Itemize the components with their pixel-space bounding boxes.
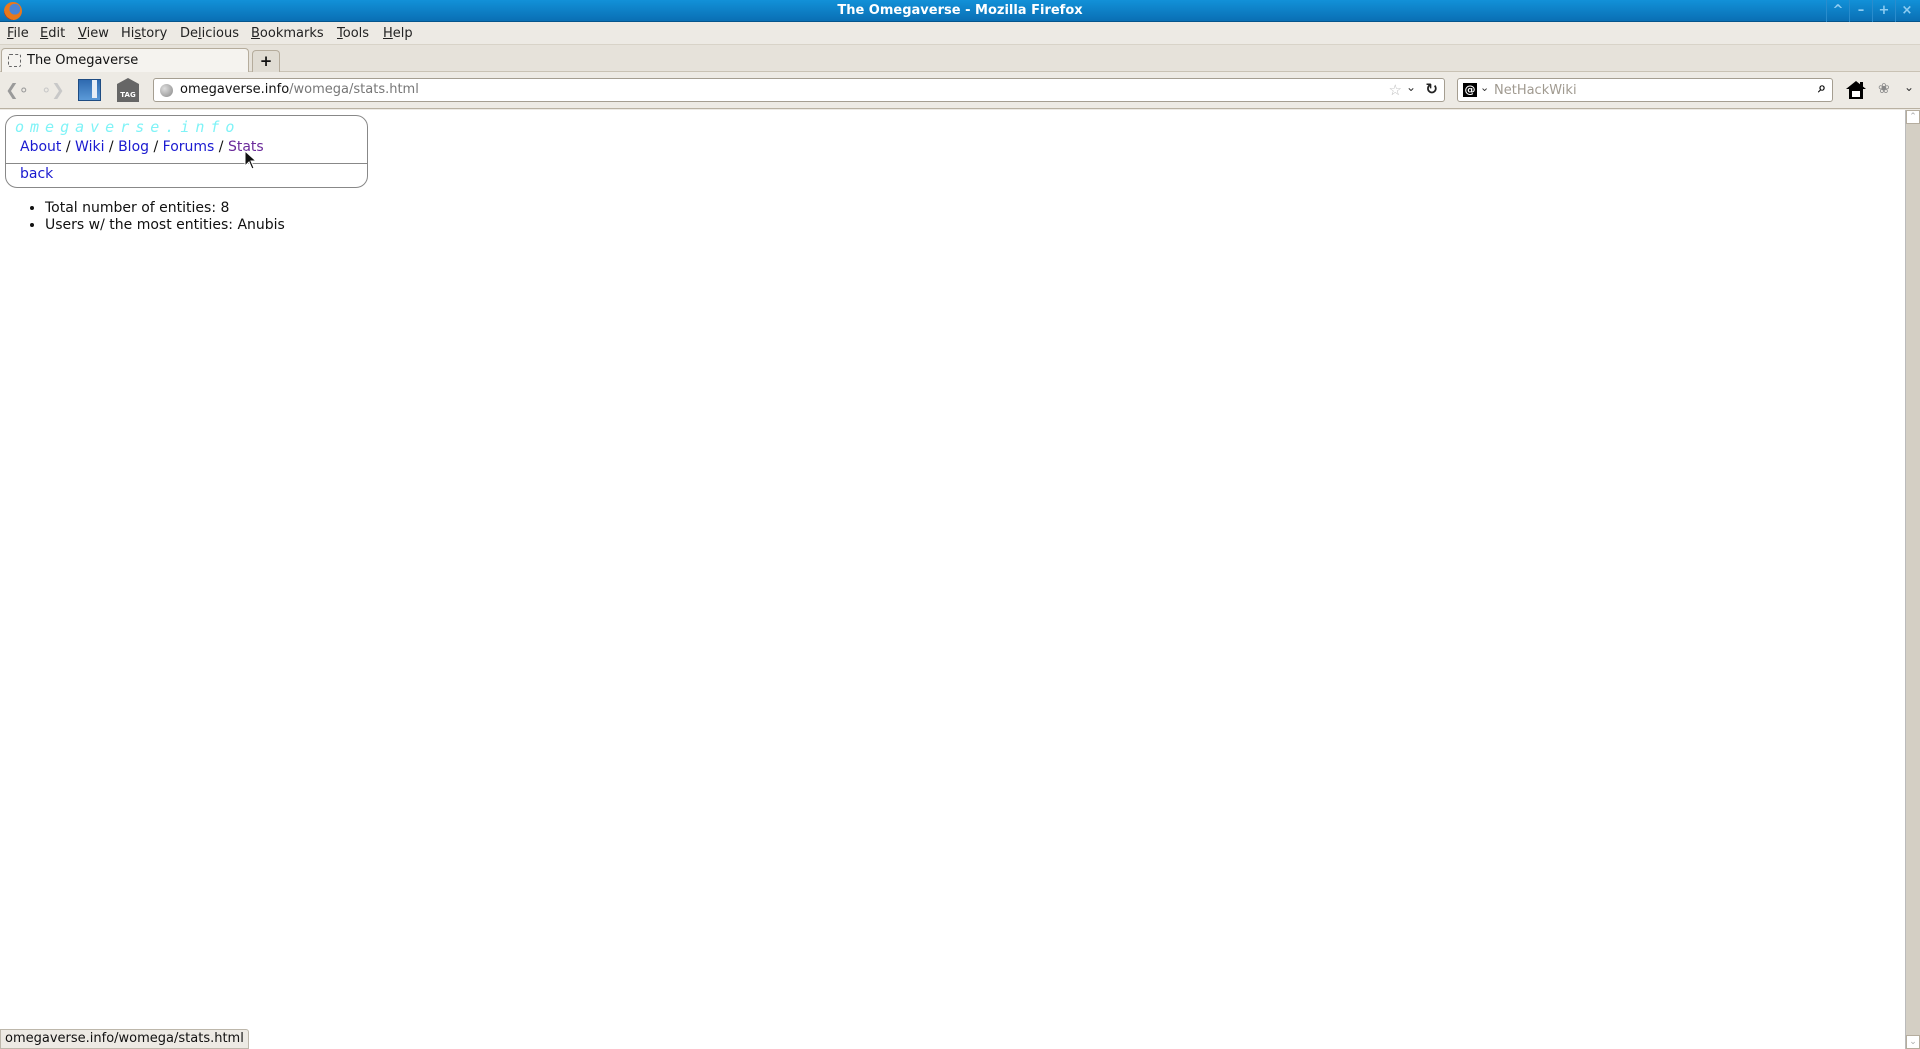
stat-top-user: Users w/ the most entities: Anubis xyxy=(45,217,285,234)
forward-arrow-icon: ∘❯ xyxy=(41,80,65,99)
search-magnifier-icon[interactable]: ⌕ xyxy=(1818,80,1826,96)
forward-button[interactable]: ∘❯ xyxy=(40,78,66,102)
nav-separator: / xyxy=(214,139,228,155)
navigation-toolbar: ❮∘ ∘❯ TAG omegaverse.info/womega/stats.h… xyxy=(0,72,1920,109)
search-engine-icon[interactable]: @ xyxy=(1463,83,1477,97)
menu-file[interactable]: File xyxy=(7,26,29,41)
stat-total-entities: Total number of entities: 8 xyxy=(45,200,285,217)
menu-history[interactable]: History xyxy=(121,26,167,41)
url-path: /womega/stats.html xyxy=(289,82,419,97)
back-button[interactable]: ❮∘ xyxy=(4,78,30,102)
search-bar: @ ⌄ ⌕ xyxy=(1457,78,1833,102)
nav-link-forums[interactable]: Forums xyxy=(163,139,215,155)
site-identity-globe-icon[interactable] xyxy=(160,84,173,97)
greasemonkey-icon[interactable]: ❀ xyxy=(1878,81,1890,97)
stats-list: Total number of entities: 8 Users w/ the… xyxy=(45,200,285,234)
menu-view[interactable]: View xyxy=(78,26,109,41)
reload-icon[interactable]: ↻ xyxy=(1425,80,1438,98)
nav-link-wiki[interactable]: Wiki xyxy=(75,139,104,155)
new-tab-button[interactable]: + xyxy=(252,50,280,72)
url-history-dropdown-icon[interactable]: ⌄ xyxy=(1406,80,1416,94)
url-domain: omegaverse.info xyxy=(180,82,290,97)
nav-separator: / xyxy=(61,139,76,155)
status-bar-link-preview: omegaverse.info/womega/stats.html xyxy=(0,1029,249,1049)
tab-label: The Omegaverse xyxy=(27,53,139,68)
menu-bar: File Edit View History Delicious Bookmar… xyxy=(0,22,1920,45)
mouse-cursor-icon xyxy=(244,150,258,170)
delicious-tag-icon[interactable]: TAG xyxy=(117,78,139,102)
greasemonkey-dropdown-icon[interactable]: ⌄ xyxy=(1904,80,1914,94)
window-title: The Omegaverse - Mozilla Firefox xyxy=(837,3,1083,18)
url-text[interactable]: omegaverse.info/womega/stats.html xyxy=(180,82,419,97)
nav-link-about[interactable]: About xyxy=(20,139,61,155)
back-link[interactable]: back xyxy=(20,166,53,182)
home-icon[interactable] xyxy=(1845,80,1867,100)
nav-separator: / xyxy=(104,139,119,155)
site-nav: About / Wiki / Blog / Forums / Stats xyxy=(20,139,264,155)
menu-edit[interactable]: Edit xyxy=(40,26,65,41)
window-close-button[interactable]: × xyxy=(1895,0,1918,22)
scroll-down-arrow-icon[interactable]: ⌄ xyxy=(1906,1035,1920,1049)
window-minimize-button[interactable]: – xyxy=(1849,0,1872,22)
menu-bookmarks[interactable]: Bookmarks xyxy=(251,26,324,41)
window-titlebar: The Omegaverse - Mozilla Firefox ^ – + × xyxy=(0,0,1920,22)
menu-tools[interactable]: Tools xyxy=(337,26,369,41)
back-arrow-icon: ❮∘ xyxy=(5,80,29,99)
header-divider xyxy=(6,163,367,164)
page-content: omegaverse.info About / Wiki / Blog / Fo… xyxy=(0,110,1905,1049)
tab-bar: The Omegaverse + xyxy=(0,45,1920,73)
site-logo: omegaverse.info xyxy=(15,118,241,136)
vertical-scrollbar[interactable]: ⌃ ⌄ xyxy=(1905,110,1920,1049)
scroll-up-arrow-icon[interactable]: ⌃ xyxy=(1906,110,1920,124)
search-engine-dropdown-icon[interactable]: ⌄ xyxy=(1480,81,1489,94)
page-favicon-icon xyxy=(8,54,21,67)
menu-delicious[interactable]: Delicious xyxy=(180,26,239,41)
search-input[interactable] xyxy=(1494,81,1794,99)
tab-the-omegaverse[interactable]: The Omegaverse xyxy=(1,48,249,73)
url-bar[interactable]: omegaverse.info/womega/stats.html ☆ ⌄ ↻ xyxy=(153,78,1445,102)
nav-separator: / xyxy=(149,139,163,155)
nav-link-blog[interactable]: Blog xyxy=(118,139,149,155)
site-header-box: omegaverse.info About / Wiki / Blog / Fo… xyxy=(5,115,368,188)
menu-help[interactable]: Help xyxy=(383,26,413,41)
window-maximize-button[interactable]: + xyxy=(1872,0,1895,22)
bookmark-star-icon[interactable]: ☆ xyxy=(1389,81,1402,99)
delicious-bookmarks-icon[interactable] xyxy=(78,79,101,101)
window-shade-button[interactable]: ^ xyxy=(1826,0,1849,22)
